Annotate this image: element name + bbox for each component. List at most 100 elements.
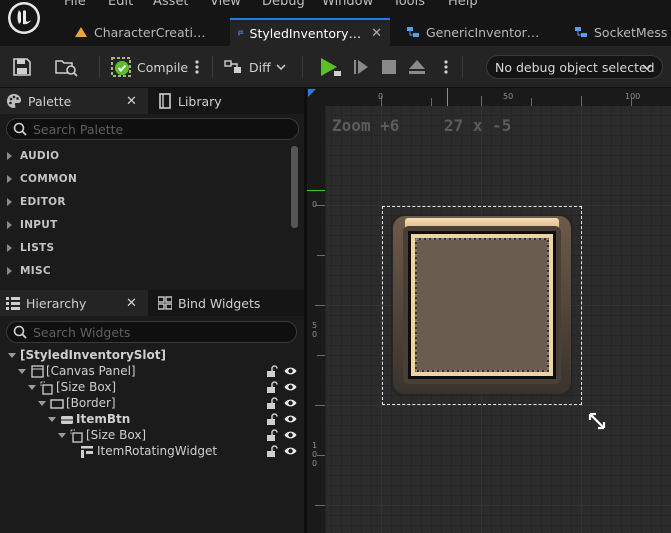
collapse-arrow-icon bbox=[28, 385, 36, 390]
tab-hierarchy[interactable]: Hierarchy ✕ bbox=[0, 290, 148, 316]
ruler-label: 0 bbox=[378, 92, 384, 101]
editor-toolbar: Compile Diff No debug object selected bbox=[0, 46, 671, 88]
collapse-arrow-icon bbox=[58, 433, 66, 438]
tree-row-label: [Size Box] bbox=[86, 428, 147, 442]
tree-row-size-box[interactable]: [Size Box] bbox=[0, 380, 300, 396]
tab-library[interactable]: Library bbox=[152, 88, 304, 114]
tree-row-label: [Canvas Panel] bbox=[46, 364, 136, 378]
tree-row-canvas-panel[interactable]: [Canvas Panel] bbox=[0, 364, 300, 380]
chevron-down-icon bbox=[642, 64, 652, 70]
browse-button[interactable] bbox=[54, 54, 78, 80]
bind-widgets-tab-label: Bind Widgets bbox=[178, 295, 261, 311]
palette-category-misc[interactable]: MISC bbox=[0, 260, 288, 282]
palette-category-audio[interactable]: AUDIO bbox=[0, 145, 288, 167]
play-button[interactable] bbox=[318, 54, 344, 80]
stop-button[interactable] bbox=[381, 54, 397, 80]
bind-widgets-icon bbox=[158, 296, 172, 310]
search-icon bbox=[13, 325, 27, 339]
palette-scrollbar[interactable] bbox=[291, 146, 298, 228]
cursor-position-text: 27 x -5 bbox=[444, 116, 512, 135]
chevron-down-icon bbox=[276, 64, 286, 70]
library-tab-label: Library bbox=[178, 93, 222, 109]
advance-frame-button[interactable] bbox=[352, 54, 370, 80]
unreal-logo-icon[interactable] bbox=[6, 0, 42, 36]
save-button[interactable] bbox=[12, 54, 32, 80]
play-options-button[interactable] bbox=[441, 54, 451, 80]
expand-arrow-icon bbox=[7, 152, 12, 160]
eye-icon[interactable] bbox=[284, 429, 297, 444]
palette-search-input[interactable] bbox=[33, 121, 283, 137]
compile-button[interactable]: Compile bbox=[110, 54, 188, 80]
menu-file[interactable]: File bbox=[64, 0, 86, 9]
lock-icon[interactable] bbox=[266, 381, 278, 396]
tree-row-label: [Border] bbox=[66, 396, 116, 410]
expand-arrow-icon bbox=[7, 244, 12, 252]
ruler-cursor-marker bbox=[447, 88, 448, 106]
hierarchy-list-icon bbox=[6, 297, 20, 310]
resize-handle-icon[interactable] bbox=[588, 412, 606, 430]
eye-icon[interactable] bbox=[284, 365, 297, 380]
menu-asset[interactable]: Asset bbox=[153, 0, 189, 9]
close-icon[interactable]: ✕ bbox=[371, 26, 382, 41]
palette-category-input[interactable]: INPUT bbox=[0, 214, 288, 236]
category-label: LISTS bbox=[20, 242, 55, 254]
category-label: EDITOR bbox=[20, 196, 66, 208]
tab-bind-widgets[interactable]: Bind Widgets bbox=[152, 290, 304, 316]
menu-window[interactable]: Window bbox=[322, 0, 373, 9]
compile-options-button[interactable] bbox=[192, 54, 202, 80]
designer-viewport[interactable]: 0 50 100 0 5 0 1 0 0 Zoom +6 27 x -5 bbox=[307, 88, 671, 533]
tree-row-item-btn[interactable]: ItemBtn bbox=[0, 412, 300, 428]
lock-icon[interactable] bbox=[266, 397, 278, 412]
category-label: COMMON bbox=[20, 173, 78, 185]
expand-arrow-icon bbox=[7, 175, 12, 183]
close-icon[interactable]: ✕ bbox=[126, 94, 137, 109]
menu-view[interactable]: View bbox=[210, 0, 241, 9]
tab-generic-inventory[interactable]: GenericInventor… bbox=[398, 18, 564, 46]
ruler-label: 1 0 0 bbox=[312, 441, 318, 468]
lock-icon[interactable] bbox=[266, 445, 278, 460]
ruler-cursor-marker bbox=[307, 190, 325, 191]
eye-icon[interactable] bbox=[284, 413, 297, 428]
tab-socket-message[interactable]: SocketMess bbox=[566, 18, 671, 46]
eye-icon[interactable] bbox=[284, 445, 297, 460]
palette-category-lists[interactable]: LISTS bbox=[0, 237, 288, 259]
menu-edit[interactable]: Edit bbox=[108, 0, 133, 9]
palette-category-editor[interactable]: EDITOR bbox=[0, 191, 288, 213]
eject-icon bbox=[409, 60, 425, 74]
expand-arrow-icon bbox=[7, 221, 12, 229]
size-box-icon bbox=[40, 381, 53, 395]
menu-tools[interactable]: Tools bbox=[393, 0, 425, 9]
palette-search-field[interactable] bbox=[6, 118, 299, 140]
lock-icon[interactable] bbox=[266, 413, 278, 428]
eye-icon[interactable] bbox=[284, 381, 297, 396]
widget-blueprint-icon bbox=[238, 30, 244, 36]
eject-button[interactable] bbox=[408, 54, 426, 80]
tab-character-creation[interactable]: CharacterCreati… bbox=[66, 18, 228, 46]
hierarchy-search-input[interactable] bbox=[33, 324, 283, 340]
left-panel: Palette ✕ Library AUDIO COMMON EDITOR IN… bbox=[0, 88, 304, 533]
lock-icon[interactable] bbox=[266, 365, 278, 380]
debug-object-dropdown[interactable]: No debug object selected bbox=[486, 55, 663, 79]
tree-row-border[interactable]: [Border] bbox=[0, 396, 300, 412]
tab-styled-inventory[interactable]: StyledInventory… ✕ bbox=[230, 18, 390, 46]
menu-debug[interactable]: Debug bbox=[262, 0, 305, 9]
eye-icon[interactable] bbox=[284, 397, 297, 412]
inventory-slot-preview[interactable] bbox=[391, 214, 573, 396]
palette-category-common[interactable]: COMMON bbox=[0, 168, 288, 190]
tab-palette[interactable]: Palette ✕ bbox=[0, 88, 148, 114]
diff-button[interactable]: Diff bbox=[224, 54, 286, 80]
border-icon bbox=[50, 399, 64, 409]
tree-row-root[interactable]: [StyledInventorySlot] bbox=[0, 348, 300, 364]
category-label: MISC bbox=[20, 265, 51, 277]
menu-help[interactable]: Help bbox=[448, 0, 478, 9]
close-icon[interactable]: ✕ bbox=[126, 296, 137, 311]
lock-icon[interactable] bbox=[266, 429, 278, 444]
hierarchy-search-field[interactable] bbox=[6, 321, 297, 343]
expand-arrow-icon bbox=[7, 267, 12, 275]
diff-icon bbox=[224, 60, 241, 73]
menu-bar: File Edit Asset View Debug Window Tools … bbox=[0, 0, 671, 12]
class-icon bbox=[575, 27, 587, 37]
collapse-arrow-icon bbox=[8, 353, 16, 358]
tree-row-item-rotating-widget[interactable]: ItemRotatingWidget bbox=[0, 444, 300, 460]
tree-row-size-box-inner[interactable]: [Size Box] bbox=[0, 428, 300, 444]
